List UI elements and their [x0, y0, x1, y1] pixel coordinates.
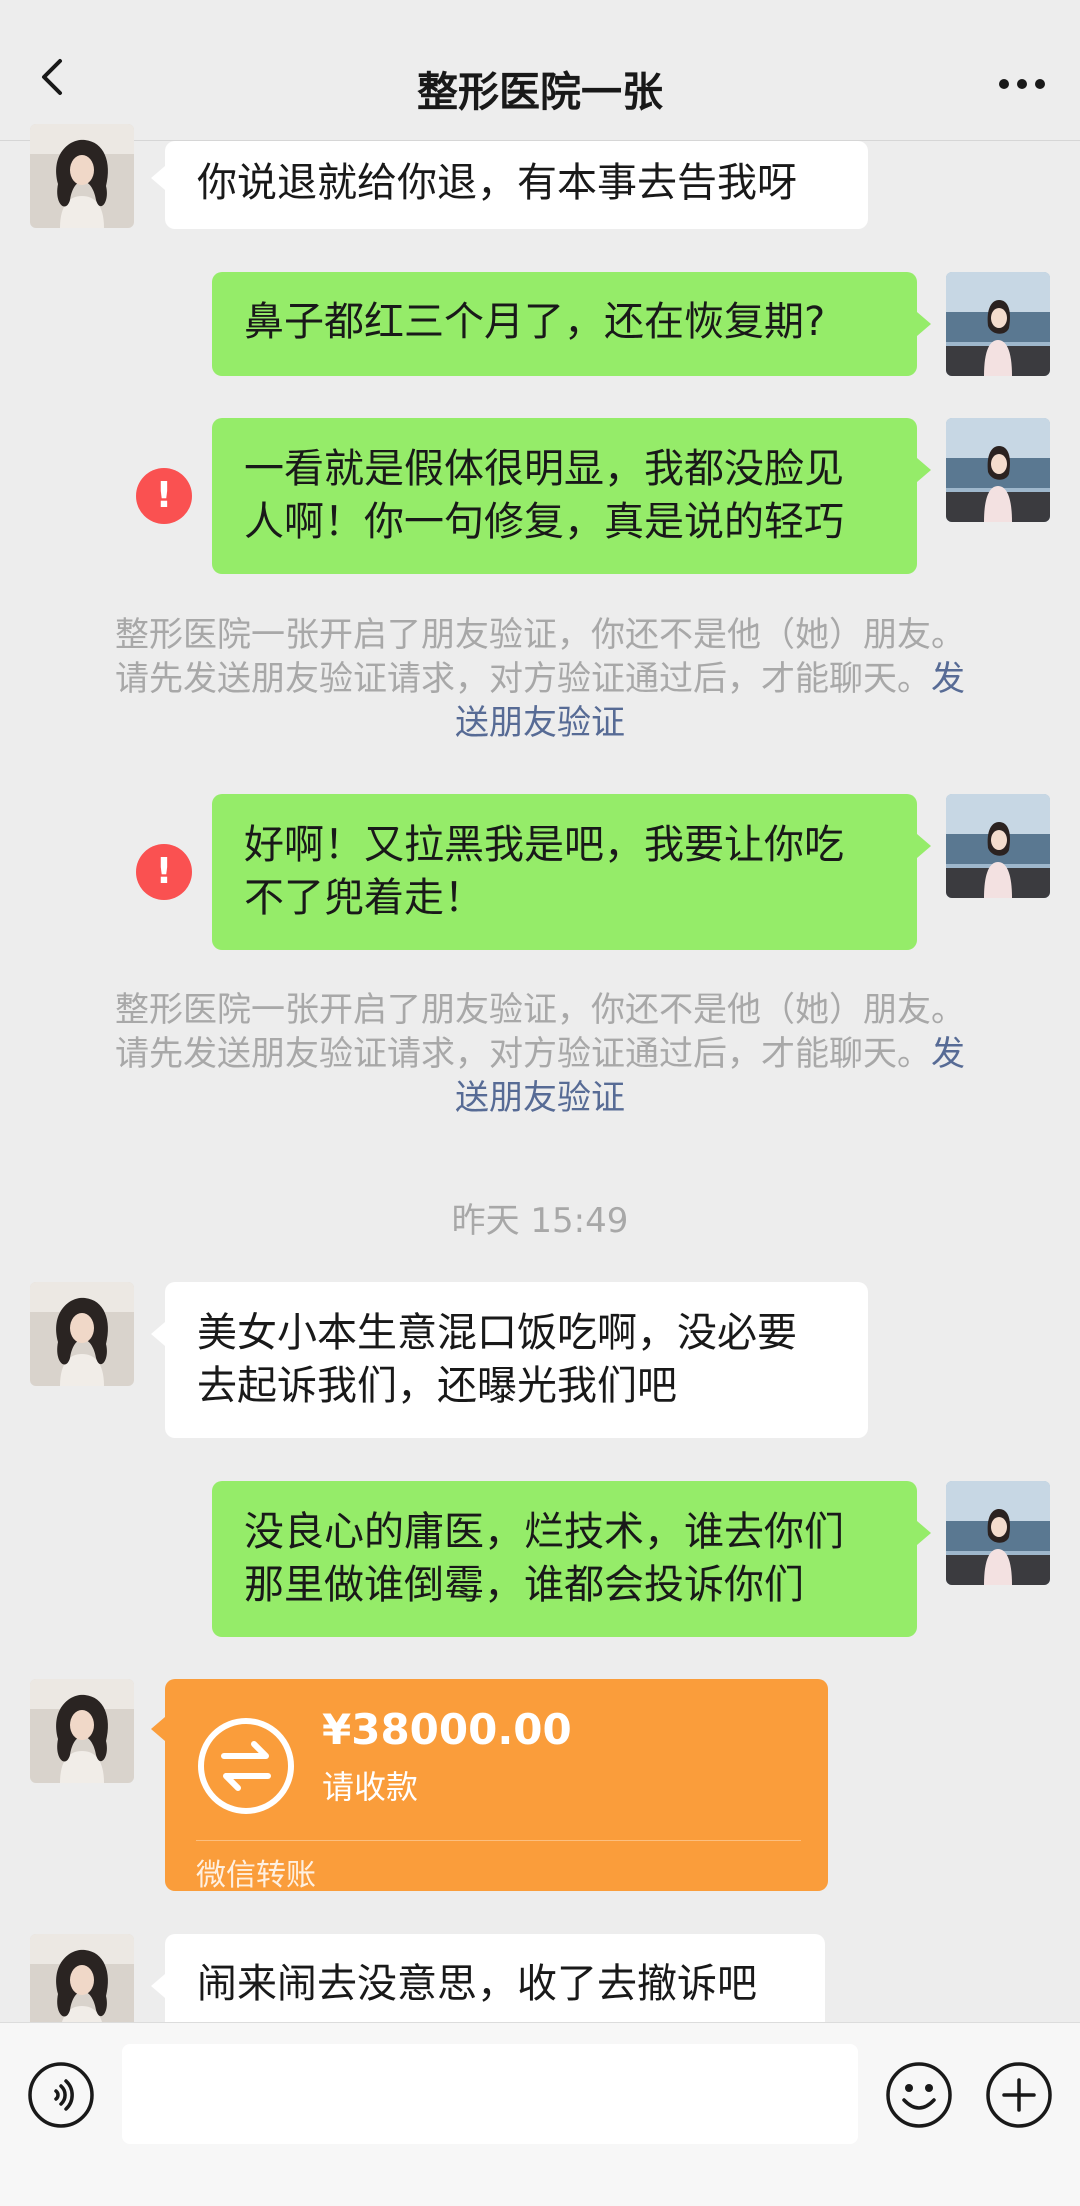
- send-verification-link[interactable]: 送朋友验证: [60, 701, 1020, 745]
- bubble-tail: [151, 1974, 165, 1998]
- message-text: 那里做谁倒霉，谁都会投诉你们: [244, 1562, 804, 1608]
- message-bubble-outgoing[interactable]: 好啊！又拉黑我是吧，我要让你吃 不了兜着走！: [212, 794, 917, 950]
- transfer-amount: ¥38000.00: [322, 1705, 572, 1754]
- transfer-arrows-icon: [196, 1716, 296, 1816]
- message-text: 闹来闹去没意思，收了去撤诉吧: [197, 1961, 757, 2007]
- message-bubble-outgoing[interactable]: 没良心的庸医，烂技术，谁去你们 那里做谁倒霉，谁都会投诉你们: [212, 1481, 917, 1637]
- voice-icon[interactable]: [26, 2060, 96, 2130]
- user-avatar[interactable]: [946, 1481, 1050, 1585]
- chat-title: 整形医院一张: [417, 68, 663, 116]
- user-avatar[interactable]: [946, 418, 1050, 522]
- message-text: 去起诉我们，还曝光我们吧: [197, 1363, 677, 1409]
- message-bubble-outgoing[interactable]: 鼻子都红三个月了，还在恢复期?: [212, 272, 917, 376]
- emoji-icon[interactable]: [884, 2060, 954, 2130]
- notice-text: 请先发送朋友验证请求，对方验证通过后，才能聊天。: [115, 1034, 931, 1074]
- divider: [196, 1840, 801, 1841]
- send-failed-icon[interactable]: !: [136, 844, 192, 900]
- bubble-tail: [917, 458, 931, 482]
- message-text: 一看就是假体很明显，我都没脸见: [244, 446, 844, 492]
- friend-verification-notice: 整形医院一张开启了朋友验证，你还不是他（她）朋友。 请先发送朋友验证请求，对方验…: [60, 988, 1020, 1120]
- message-text: 人啊！你一句修复，真是说的轻巧: [244, 499, 844, 545]
- message-text: 好啊！又拉黑我是吧，我要让你吃: [244, 822, 844, 868]
- user-avatar[interactable]: [946, 272, 1050, 376]
- message-text: 美女小本生意混口饭吃啊，没必要: [197, 1310, 797, 1356]
- transfer-note: 请收款: [322, 1768, 419, 1806]
- notice-text: 整形医院一张开启了朋友验证，你还不是他（她）朋友。: [115, 615, 965, 655]
- send-verification-link[interactable]: 送朋友验证: [60, 1076, 1020, 1120]
- message-bubble-incoming[interactable]: 你说退就给你退，有本事去告我呀: [165, 141, 868, 229]
- contact-avatar[interactable]: [30, 124, 134, 228]
- timestamp: 昨天 15:49: [451, 1201, 629, 1241]
- user-avatar[interactable]: [946, 794, 1050, 898]
- bubble-tail: [917, 1521, 931, 1545]
- message-text: 不了兜着走！: [244, 875, 484, 921]
- more-dots-icon[interactable]: [992, 64, 1052, 104]
- notice-text: 请先发送朋友验证请求，对方验证通过后，才能聊天。: [115, 659, 931, 699]
- contact-avatar[interactable]: [30, 1679, 134, 1783]
- send-verification-link[interactable]: 发: [931, 1034, 965, 1074]
- message-bubble-incoming[interactable]: 美女小本生意混口饭吃啊，没必要 去起诉我们，还曝光我们吧: [165, 1282, 868, 1438]
- notice-text: 整形医院一张开启了朋友验证，你还不是他（她）朋友。: [115, 990, 965, 1030]
- transfer-footer: 微信转账: [196, 1858, 316, 1893]
- message-text: 没良心的庸医，烂技术，谁去你们: [244, 1509, 844, 1555]
- message-input[interactable]: [122, 2044, 858, 2144]
- bubble-tail: [151, 166, 165, 190]
- message-text: 你说退就给你退，有本事去告我呀: [197, 160, 797, 206]
- bubble-tail: [917, 312, 931, 336]
- bubble-tail: [151, 1322, 165, 1346]
- message-text: 鼻子都红三个月了，还在恢复期?: [244, 299, 826, 345]
- message-bubble-outgoing[interactable]: 一看就是假体很明显，我都没脸见 人啊！你一句修复，真是说的轻巧: [212, 418, 917, 574]
- contact-avatar[interactable]: [30, 1282, 134, 1386]
- send-verification-link[interactable]: 发: [931, 659, 965, 699]
- bubble-tail: [917, 834, 931, 858]
- friend-verification-notice: 整形医院一张开启了朋友验证，你还不是他（她）朋友。 请先发送朋友验证请求，对方验…: [60, 613, 1020, 745]
- send-failed-icon[interactable]: !: [136, 468, 192, 524]
- bubble-tail: [151, 1717, 165, 1741]
- plus-icon[interactable]: [984, 2060, 1054, 2130]
